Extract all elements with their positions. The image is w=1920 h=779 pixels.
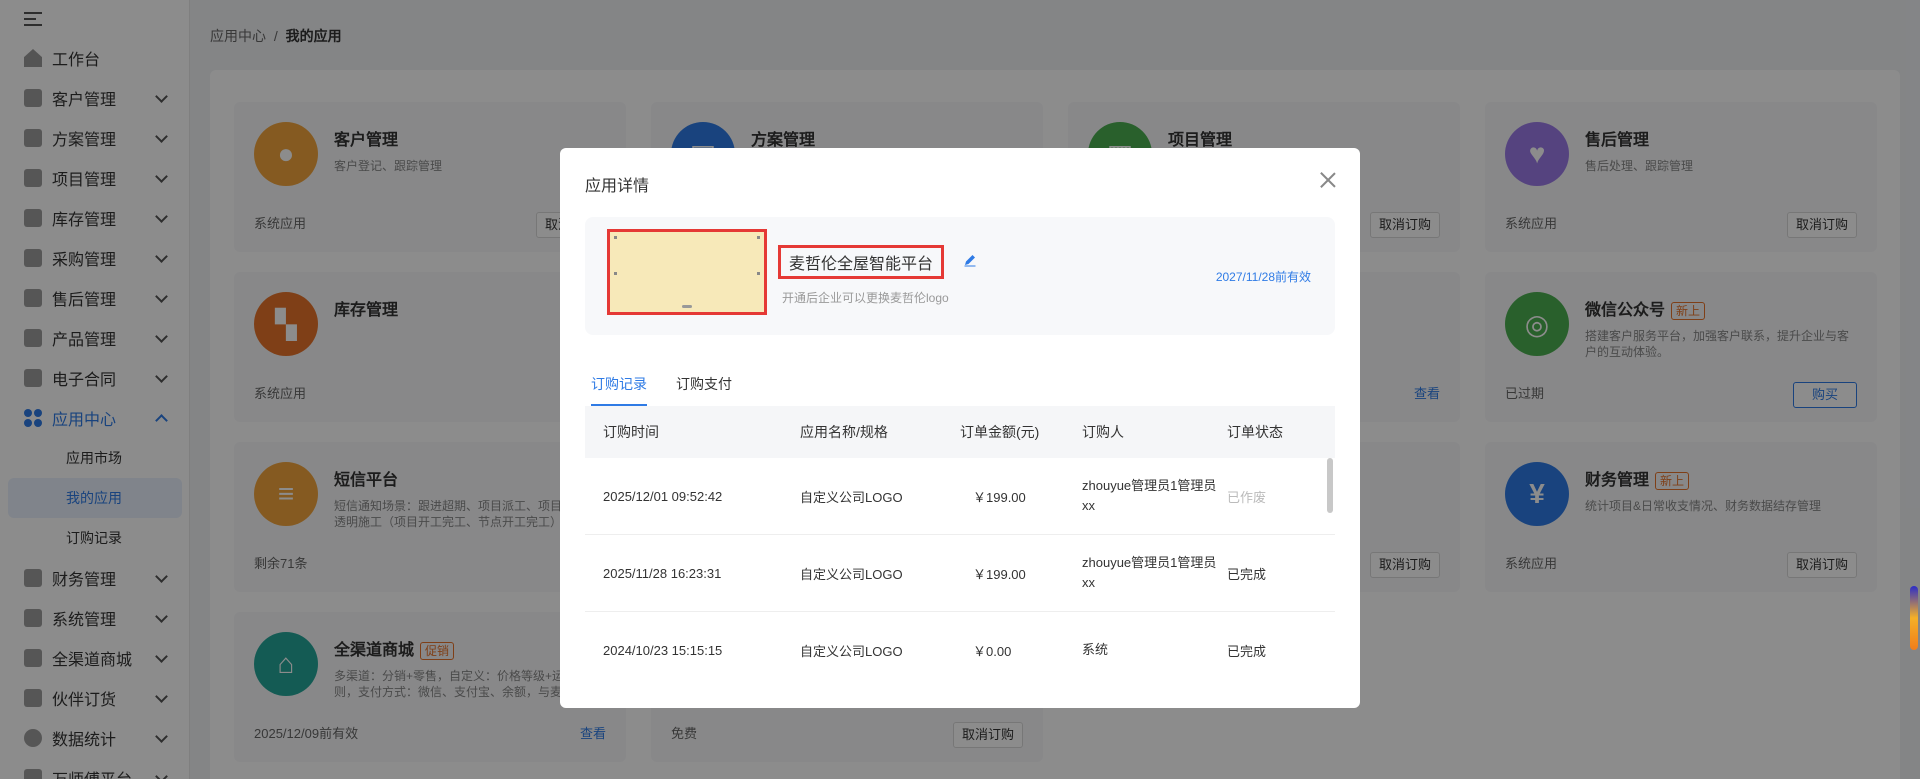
side-widget-handle[interactable] (1910, 586, 1918, 650)
order-table: 订购时间 应用名称/规格 订单金额(元) 订购人 订单状态 2025/12/01… (585, 406, 1335, 659)
order-time: 2025/12/01 09:52:42 (603, 488, 723, 504)
tab-order-payment[interactable]: 订购支付 (676, 374, 732, 404)
logo-upload-area[interactable] (607, 229, 767, 315)
order-time: 2025/11/28 16:23:31 (603, 565, 722, 581)
logo-hint: 开通后企业可以更换麦哲伦logo (782, 291, 949, 305)
app-detail-dialog: 应用详情 麦哲伦全屋智能平台 开通后企业可以更换麦哲伦logo 2027/11/… (560, 148, 1360, 708)
order-amount: ￥199.00 (973, 489, 1026, 505)
order-buyer: zhouyue管理员1管理员xx (1082, 555, 1217, 590)
column-header: 应用名称/规格 (800, 424, 888, 440)
column-header: 订购人 (1082, 424, 1124, 440)
order-status: 已完成 (1227, 643, 1267, 659)
order-amount: ￥0.00 (973, 643, 1012, 659)
edit-icon[interactable] (963, 253, 977, 267)
validity-date: 2027/11/28前有效 (1215, 270, 1311, 284)
order-time: 2024/10/23 15:15:15 (603, 642, 723, 658)
order-app-name: 自定义公司LOGO (800, 566, 903, 582)
table-scrollbar[interactable] (1327, 458, 1333, 513)
order-amount: ￥199.00 (973, 566, 1026, 582)
column-header: 订单状态 (1227, 424, 1283, 440)
order-status: 已作废 (1227, 489, 1267, 505)
dialog-title: 应用详情 (585, 178, 650, 195)
column-header: 订单金额(元) (960, 424, 1040, 440)
table-row: 2025/11/28 16:23:31 自定义公司LOGO ￥199.00 zh… (585, 535, 1335, 612)
resize-handle-icon (682, 305, 692, 308)
dialog-tabs: 订购记录 订购支付 (585, 374, 1335, 406)
order-app-name: 自定义公司LOGO (800, 643, 903, 659)
order-buyer: 系统 (1082, 642, 1109, 657)
table-header: 订购时间 应用名称/规格 订单金额(元) 订购人 订单状态 (585, 406, 1335, 458)
order-status: 已完成 (1227, 566, 1267, 582)
app-name: 麦哲伦全屋智能平台 (778, 245, 945, 279)
order-buyer: zhouyue管理员1管理员xx (1082, 478, 1217, 513)
table-row: 2025/12/01 09:52:42 自定义公司LOGO ￥199.00 zh… (585, 458, 1335, 535)
order-app-name: 自定义公司LOGO (800, 489, 903, 505)
column-header: 订购时间 (603, 424, 659, 440)
close-icon[interactable] (1320, 172, 1336, 188)
app-info-panel: 麦哲伦全屋智能平台 开通后企业可以更换麦哲伦logo 2027/11/28前有效 (585, 217, 1335, 335)
tab-order-records[interactable]: 订购记录 (591, 374, 647, 406)
table-row: 2024/10/23 15:15:15 自定义公司LOGO ￥0.00 系统 已… (585, 612, 1335, 659)
